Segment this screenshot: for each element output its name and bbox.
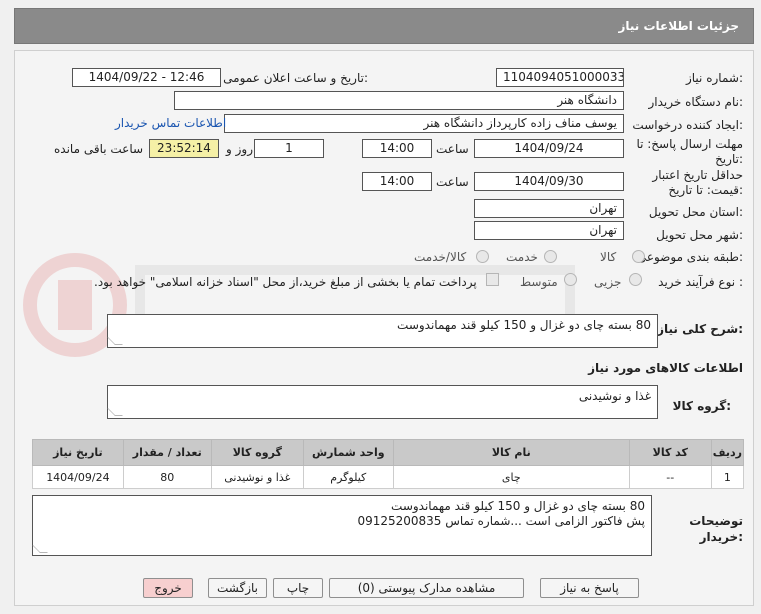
summary-label: شرح کلی نیاز: <box>657 322 743 336</box>
validity-label-2: قیمت: تا تاریخ: <box>668 183 743 197</box>
cell-row: 1 <box>710 465 745 489</box>
category-service-label: خدمت <box>506 250 538 264</box>
city-field[interactable]: تهران <box>474 221 624 240</box>
process-label: نوع فرآیند خرید : <box>658 275 743 289</box>
province-field[interactable]: تهران <box>474 199 624 218</box>
col-unit: واحد شمارش <box>302 439 394 466</box>
remaining-label: ساعت باقی مانده <box>54 142 144 156</box>
validity-date-field[interactable]: 1404/09/30 <box>474 172 624 191</box>
treasury-payment-note: پرداخت تمام یا بخشی از مبلغ خرید،از محل … <box>94 275 477 289</box>
attachments-button[interactable]: مشاهده مدارک پیوستی (0) <box>329 578 524 598</box>
buyer-notes-line-1: 80 بسته چای دو غزال و 150 کیلو قند مهمان… <box>391 499 645 513</box>
deadline-time-field[interactable]: 14:00 <box>362 139 432 158</box>
col-code: کد کالا <box>628 439 712 466</box>
city-label: شهر محل تحویل: <box>656 228 743 242</box>
buyer-notes-label-2: خریدار: <box>699 530 743 544</box>
days-label: روز و <box>226 142 253 156</box>
buyer-notes-line-2: پش فاکتور الزامی است ...شماره تماس 09125… <box>357 514 645 528</box>
cell-quantity: 80 <box>122 465 212 489</box>
cell-date: 1404/09/24 <box>32 465 124 489</box>
buyer-notes-label-1: توضیحات <box>689 514 743 528</box>
deadline-time-label: ساعت <box>436 142 469 156</box>
table-header-row: ردیف کد کالا نام کالا واحد شمارش گروه کا… <box>32 439 745 466</box>
remaining-time-field: 23:52:14 <box>149 139 219 158</box>
col-row: ردیف <box>710 439 745 466</box>
requester-field[interactable]: یوسف مناف زاده کارپرداز دانشگاه هنر <box>224 114 624 133</box>
col-name: نام کالا <box>392 439 630 466</box>
summary-text: 80 بسته چای دو غزال و 150 کیلو قند مهمان… <box>397 318 651 332</box>
reply-button[interactable]: پاسخ به نیاز <box>540 578 639 598</box>
col-quantity: تعداد / مقدار <box>122 439 212 466</box>
process-minor-radio[interactable] <box>629 273 642 286</box>
deadline-label-2: تاریخ: <box>715 152 743 166</box>
buyer-org-label: نام دستگاه خریدار: <box>648 95 744 109</box>
header-bar: جزئیات اطلاعات نیاز <box>14 8 754 44</box>
cell-group: غذا و نوشیدنی <box>210 465 304 489</box>
treasury-payment-checkbox[interactable] <box>486 273 499 286</box>
buyer-notes-textarea[interactable]: 80 بسته چای دو غزال و 150 کیلو قند مهمان… <box>32 495 652 556</box>
back-button[interactable]: بازگشت <box>208 578 267 598</box>
goods-group-textarea[interactable]: غذا و نوشیدنی <box>107 385 658 419</box>
col-group: گروه کالا <box>210 439 304 466</box>
summary-textarea[interactable]: 80 بسته چای دو غزال و 150 کیلو قند مهمان… <box>107 314 658 348</box>
validity-time-field[interactable]: 14:00 <box>362 172 432 191</box>
resize-handle-icon[interactable] <box>107 408 123 416</box>
cell-name: چای <box>392 465 630 489</box>
deadline-date-field[interactable]: 1404/09/24 <box>474 139 624 158</box>
resize-handle-icon[interactable] <box>107 337 123 345</box>
announce-label: تاریخ و ساعت اعلان عمومی: <box>223 71 368 85</box>
category-goods-radio[interactable] <box>632 250 645 263</box>
need-number-field[interactable]: 1104094051000033 <box>496 68 624 87</box>
process-minor-label: جزیی <box>594 275 622 289</box>
category-both-radio[interactable] <box>476 250 489 263</box>
print-button[interactable]: چاپ <box>273 578 323 598</box>
cell-unit: کیلوگرم <box>302 465 394 489</box>
buyer-org-field[interactable]: دانشگاه هنر <box>174 91 624 110</box>
goods-group-text: غذا و نوشیدنی <box>578 389 651 403</box>
category-goods-label: کالا <box>600 250 617 264</box>
page-title: جزئیات اطلاعات نیاز <box>618 19 739 33</box>
exit-button[interactable]: خروج <box>143 578 193 598</box>
resize-handle-icon[interactable] <box>32 545 48 553</box>
goods-info-heading: اطلاعات کالاهای مورد نیاز <box>588 361 743 375</box>
process-medium-label: متوسط <box>520 275 558 289</box>
province-label: استان محل تحویل: <box>648 205 743 219</box>
contact-info-link[interactable]: اطلاعات تماس خریدار <box>115 116 226 130</box>
table-row[interactable]: 1 -- چای کیلوگرم غذا و نوشیدنی 80 1404/0… <box>32 465 745 489</box>
category-label: طبقه بندی موضوعی: <box>636 250 743 264</box>
cell-code: -- <box>628 465 712 489</box>
goods-group-label: گروه کالا: <box>672 399 731 413</box>
announce-field[interactable]: 1404/09/22 - 12:46 <box>72 68 221 87</box>
deadline-label-1: مهلت ارسال پاسخ: تا <box>636 137 743 151</box>
goods-table: ردیف کد کالا نام کالا واحد شمارش گروه کا… <box>32 439 745 489</box>
category-service-radio[interactable] <box>544 250 557 263</box>
col-date: تاریخ نیاز <box>32 439 124 466</box>
need-number-label: شماره نیاز: <box>685 71 743 85</box>
category-both-label: کالا/خدمت <box>414 250 467 264</box>
process-medium-radio[interactable] <box>564 273 577 286</box>
validity-time-label: ساعت <box>436 175 469 189</box>
days-field[interactable]: 1 <box>254 139 324 158</box>
validity-label-1: حداقل تاریخ اعتبار <box>652 168 743 182</box>
requester-label: ایجاد کننده درخواست: <box>632 118 743 132</box>
